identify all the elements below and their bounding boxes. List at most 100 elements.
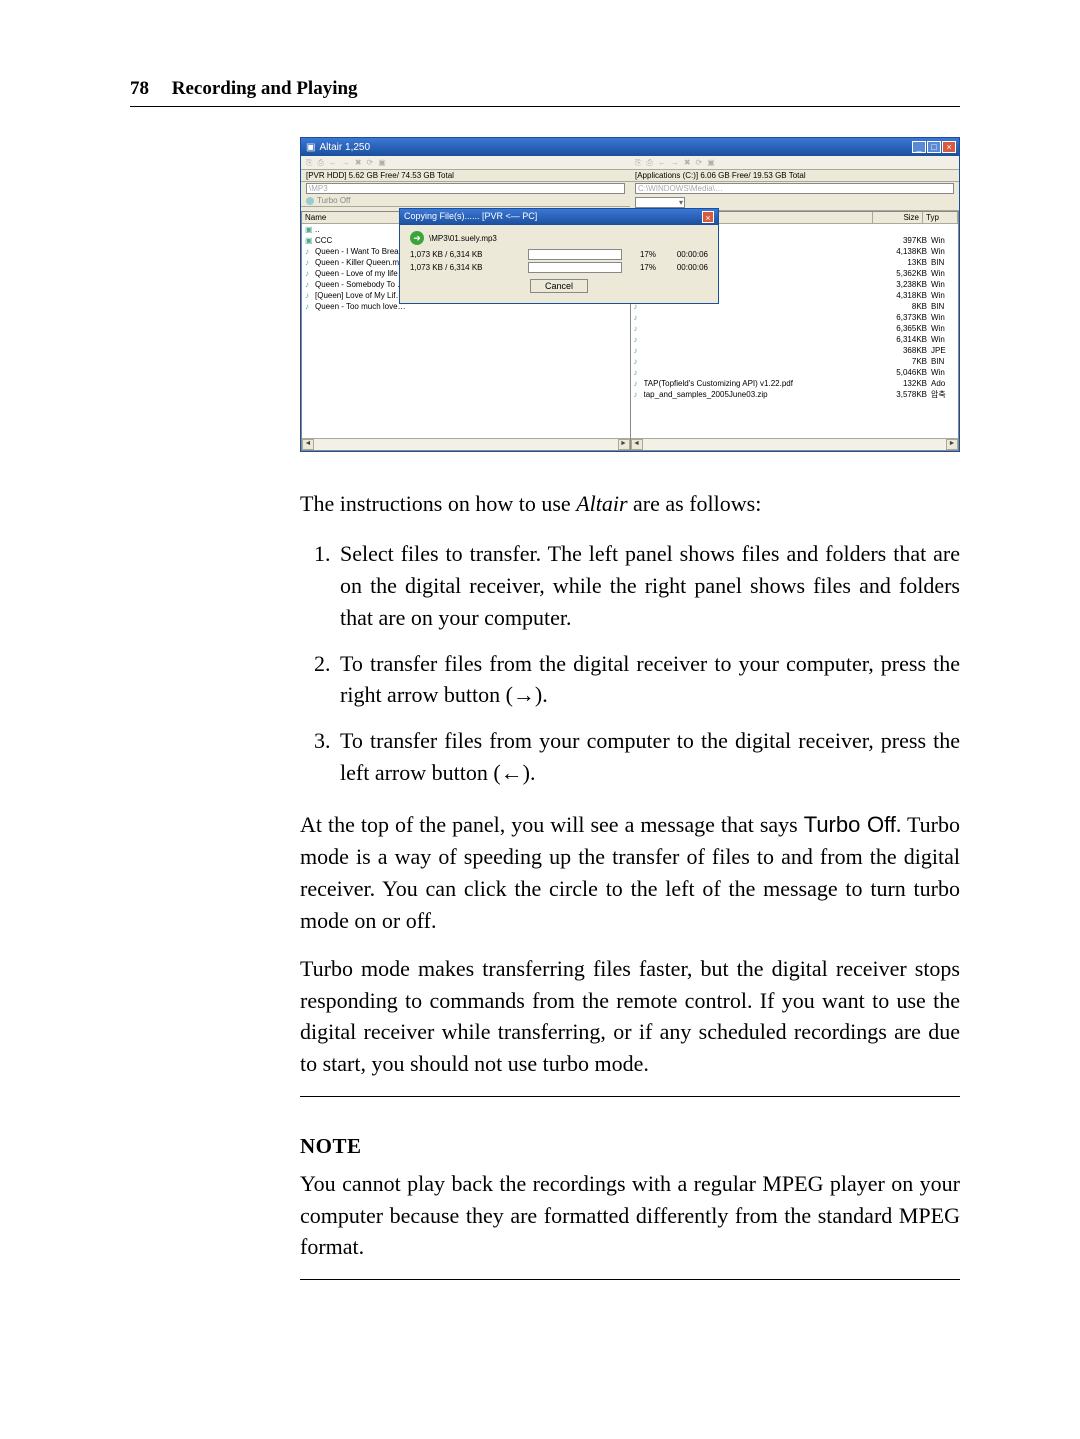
file-icon: ♪ bbox=[305, 247, 315, 256]
file-row[interactable]: ♪5,046KBWin bbox=[631, 367, 959, 378]
file-type: Win bbox=[927, 247, 955, 256]
file-icon: ♪ bbox=[634, 335, 644, 344]
progress-time-2: 00:00:06 bbox=[664, 263, 708, 272]
note-block: NOTE You cannot play back the recordings… bbox=[300, 1096, 960, 1280]
intro-b: are as follows: bbox=[628, 491, 762, 516]
progress-stats-2: 1,073 KB / 6,314 KB bbox=[410, 263, 520, 272]
right-arrow-icon[interactable]: → bbox=[342, 158, 350, 167]
copy-icon[interactable]: ⎘ bbox=[306, 158, 312, 168]
file-size: 5,362KB bbox=[877, 269, 927, 278]
paste-icon[interactable]: ⎙ bbox=[646, 158, 652, 168]
col-type[interactable]: Typ bbox=[923, 212, 958, 223]
file-icon: ♪ bbox=[305, 258, 315, 267]
progress-bar-2 bbox=[528, 262, 622, 273]
para-turbo-mode: Turbo mode makes transferring files fast… bbox=[300, 953, 960, 1081]
file-size: 368KB bbox=[877, 346, 927, 355]
turbo-toggle-row[interactable]: Turbo Off bbox=[301, 195, 630, 207]
file-type: Win bbox=[927, 291, 955, 300]
step-2: To transfer files from the digital recei… bbox=[336, 648, 960, 712]
left-info: [PVR HDD] 5.62 GB Free/ 74.53 GB Total bbox=[301, 170, 630, 182]
file-row[interactable]: ♪tap_and_samples_2005June03.zip3,578KB압축 bbox=[631, 389, 959, 400]
scroll-right-icon[interactable]: ► bbox=[618, 439, 630, 450]
file-size: 4,138KB bbox=[877, 247, 927, 256]
right-path[interactable]: C:\WINDOWS\Media\… bbox=[635, 183, 954, 194]
file-size: 8KB bbox=[877, 302, 927, 311]
page-number: 78 bbox=[130, 78, 149, 99]
file-size: 13KB bbox=[877, 258, 927, 267]
refresh-icon[interactable]: ⟳ bbox=[367, 158, 374, 167]
turbo-label: Turbo Off bbox=[317, 196, 350, 205]
file-type: Win bbox=[927, 313, 955, 322]
cancel-button[interactable]: Cancel bbox=[530, 279, 588, 293]
file-type: Win bbox=[927, 368, 955, 377]
app-icon: ▣ bbox=[306, 142, 315, 153]
body-text: The instructions on how to use Altair ar… bbox=[300, 488, 960, 1280]
folder-icon[interactable]: ▣ bbox=[378, 158, 386, 167]
file-size: 132KB bbox=[877, 379, 927, 388]
left-scrollbar[interactable]: ◄ ► bbox=[302, 438, 630, 450]
progress-time-1: 00:00:06 bbox=[664, 250, 708, 259]
dialog-close-button[interactable]: × bbox=[702, 211, 714, 223]
file-icon: ♪ bbox=[634, 313, 644, 322]
progress-pct-1: 17% bbox=[630, 250, 656, 259]
file-row[interactable]: ♪ 6,314KBWin bbox=[631, 334, 959, 345]
file-name: TAP(Topfield's Customizing API) v1.22.pd… bbox=[644, 379, 878, 388]
file-row[interactable]: ♪368KBJPE bbox=[631, 345, 959, 356]
file-type: BIN bbox=[927, 302, 955, 311]
file-type: 압축 bbox=[927, 389, 955, 400]
scroll-right-icon[interactable]: ► bbox=[946, 439, 958, 450]
file-row[interactable]: ♪7KBBIN bbox=[631, 356, 959, 367]
file-row[interactable]: ♪TAP(Topfield's Customizing API) v1.22.p… bbox=[631, 378, 959, 389]
file-size: 7KB bbox=[877, 357, 927, 366]
col-size[interactable]: Size bbox=[873, 212, 923, 223]
close-button[interactable]: × bbox=[942, 141, 956, 153]
file-type: Win bbox=[927, 335, 955, 344]
file-icon: ♪ bbox=[305, 302, 315, 311]
step-3: To transfer files from your computer to … bbox=[336, 725, 960, 789]
turbo-circle-icon[interactable] bbox=[306, 197, 314, 205]
left-toolbar: ⎘ ⎙ ← → ✖ ⟳ ▣ bbox=[301, 156, 630, 170]
file-size: 6,365KB bbox=[877, 324, 927, 333]
right-arrow-icon[interactable]: → bbox=[671, 158, 679, 167]
delete-icon[interactable]: ✖ bbox=[355, 158, 362, 167]
file-size: 3,238KB bbox=[877, 280, 927, 289]
file-row[interactable]: ♪6,365KBWin bbox=[631, 323, 959, 334]
disk-icon: ➜ bbox=[410, 231, 424, 245]
file-size: 4,318KB bbox=[877, 291, 927, 300]
file-type: Ado bbox=[927, 379, 955, 388]
file-size: 3,578KB bbox=[877, 390, 927, 399]
file-icon: ♪ bbox=[634, 390, 644, 399]
file-size: 6,314KB bbox=[877, 335, 927, 344]
left-arrow-icon[interactable]: ← bbox=[658, 158, 666, 167]
para-turbo-off: At the top of the panel, you will see a … bbox=[300, 809, 960, 937]
step-1: Select files to transfer. The left panel… bbox=[336, 538, 960, 634]
scroll-left-icon[interactable]: ◄ bbox=[302, 439, 314, 450]
scroll-left-icon[interactable]: ◄ bbox=[631, 439, 643, 450]
minimize-button[interactable]: _ bbox=[912, 141, 926, 153]
window-titlebar: ▣ Altair 1,250 _ □ × bbox=[301, 138, 959, 156]
file-type: Win bbox=[927, 269, 955, 278]
left-path[interactable]: \MP3 bbox=[306, 183, 625, 194]
left-arrow-icon[interactable]: ← bbox=[329, 158, 337, 167]
maximize-button[interactable]: □ bbox=[927, 141, 941, 153]
screenshot-figure: ▣ Altair 1,250 _ □ × ⎘ ⎙ ← → ✖ ⟳ ▣ ⎘ ⎙ bbox=[300, 137, 960, 452]
intro-a: The instructions on how to use bbox=[300, 491, 576, 516]
file-icon: ♪ bbox=[305, 280, 315, 289]
delete-icon[interactable]: ✖ bbox=[684, 158, 691, 167]
filter-dropdown[interactable]: ▾ bbox=[635, 197, 685, 208]
file-type: Win bbox=[927, 324, 955, 333]
progress-stats-1: 1,073 KB / 6,314 KB bbox=[410, 250, 520, 259]
paste-icon[interactable]: ⎙ bbox=[317, 158, 323, 168]
refresh-icon[interactable]: ⟳ bbox=[696, 158, 703, 167]
progress-pct-2: 17% bbox=[630, 263, 656, 272]
copy-icon[interactable]: ⎘ bbox=[635, 158, 641, 168]
file-row[interactable]: ♪ 6,373KBWin bbox=[631, 312, 959, 323]
folder-icon[interactable]: ▣ bbox=[707, 158, 715, 167]
page-header: 78 Recording and Playing bbox=[130, 78, 960, 107]
right-scrollbar[interactable]: ◄ ► bbox=[631, 438, 959, 450]
file-size: 6,373KB bbox=[877, 313, 927, 322]
para1a: At the top of the panel, you will see a … bbox=[300, 812, 804, 837]
dialog-title: Copying File(s)...... [PVR <— PC] bbox=[404, 211, 537, 223]
intro-em: Altair bbox=[576, 491, 627, 516]
steps-list: Select files to transfer. The left panel… bbox=[336, 538, 960, 789]
